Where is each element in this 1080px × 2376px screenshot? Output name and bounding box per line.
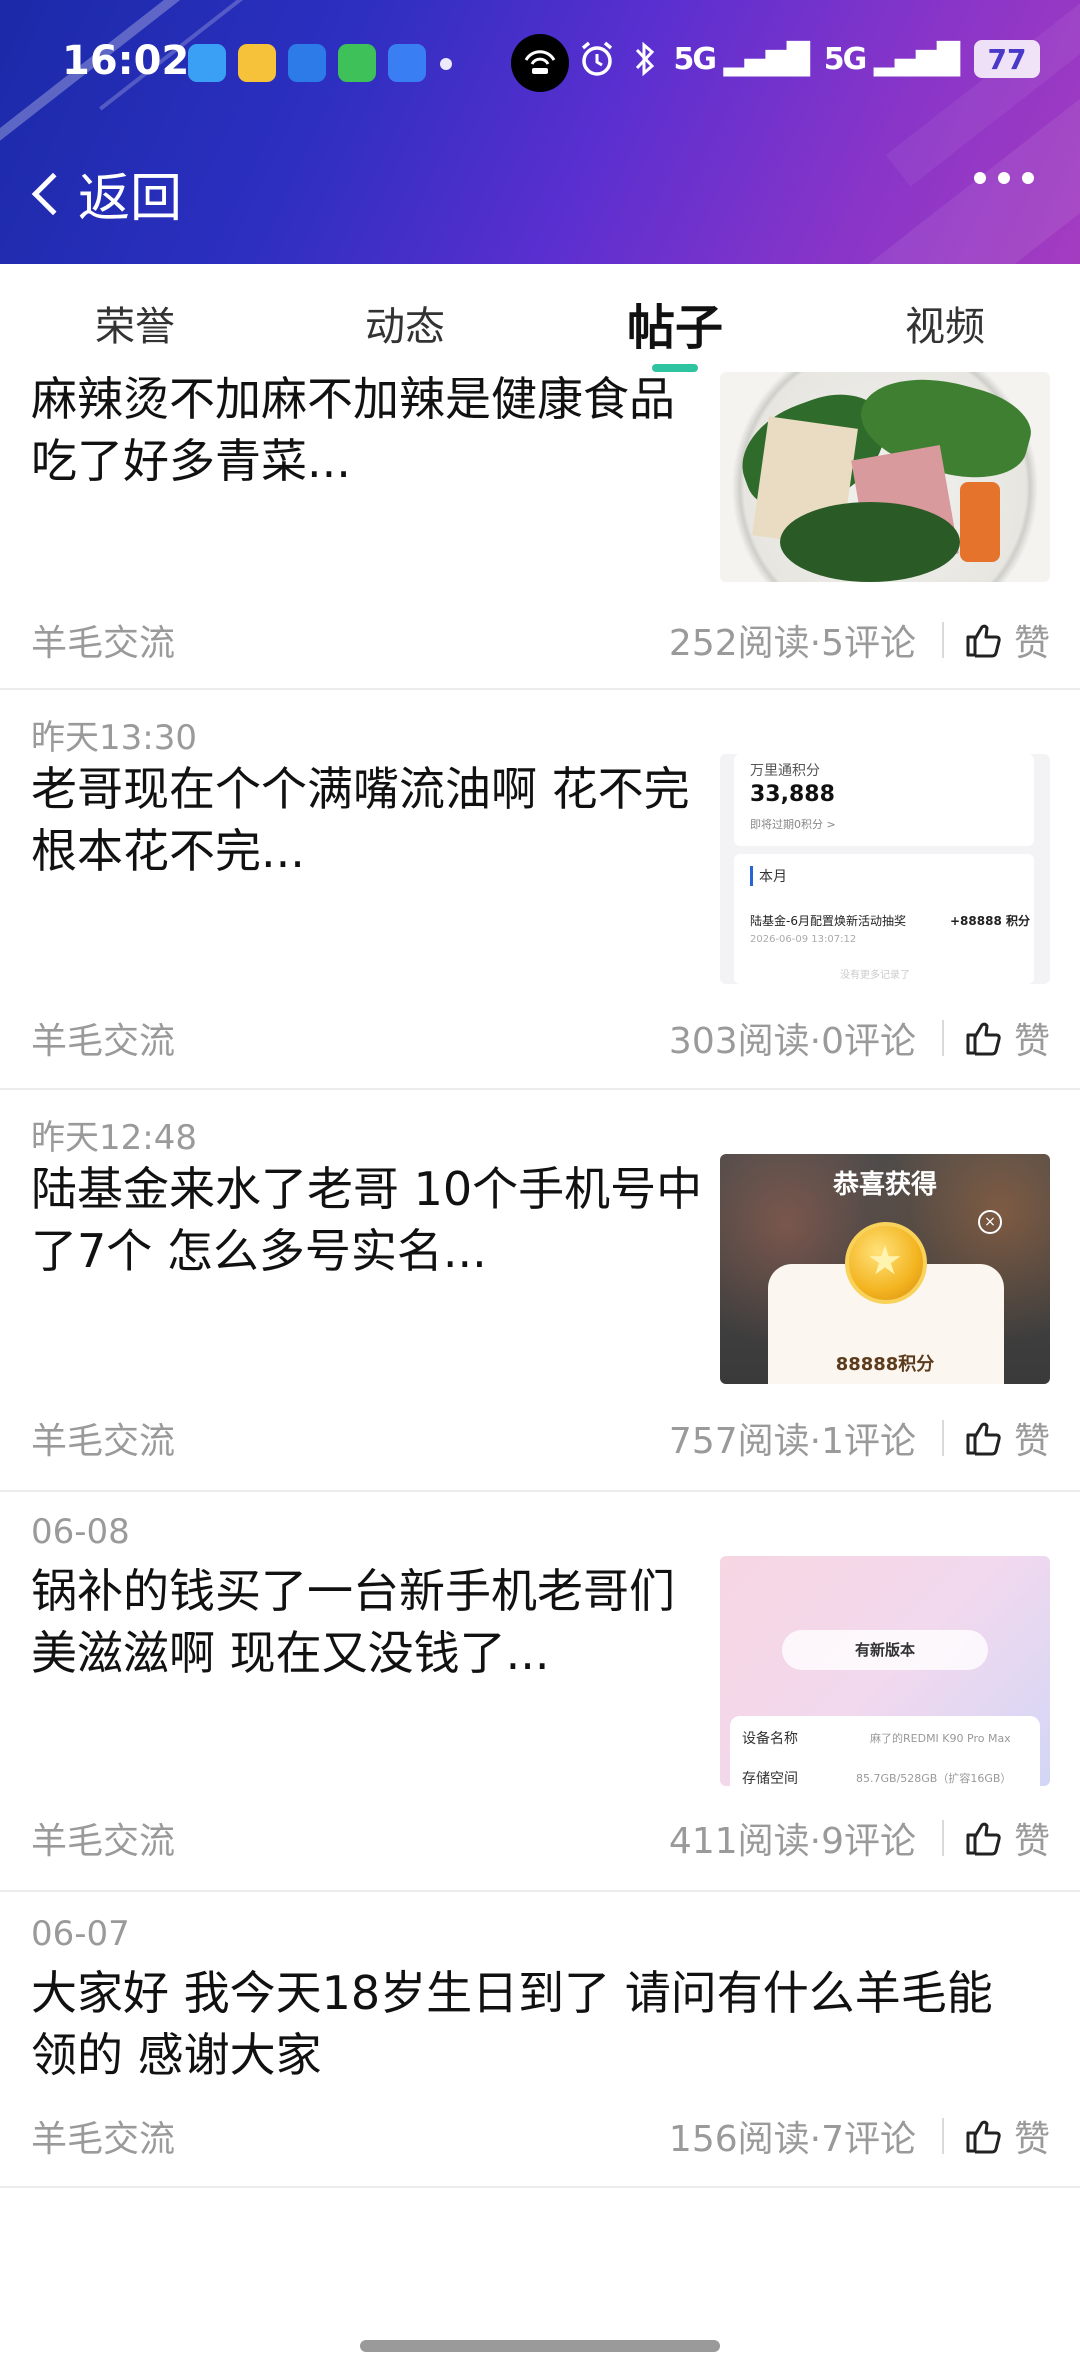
autohome-icon <box>288 44 326 82</box>
signal-icon: 5G ▂▄▆█ <box>673 41 810 77</box>
like-label: 赞 <box>1013 1821 1050 1862</box>
divider <box>941 1820 944 1856</box>
more-dot-icon <box>974 172 986 184</box>
browser-icon <box>388 44 426 82</box>
alarm-icon <box>581 41 612 76</box>
like-label: 赞 <box>1013 2119 1050 2160</box>
thumbs-up-icon <box>966 1422 1001 1456</box>
post-item[interactable]: 06-07 大家好 我今天18岁生日到了 请问有什么羊毛能 领的 感谢大家 羊毛… <box>0 1892 1080 2188</box>
post-title: 锅补的钱买了一台新手机老哥们 美滋滋啊 现在又没钱了... <box>31 1564 675 1680</box>
like-button[interactable]: 赞 <box>964 2110 1050 2162</box>
thumbs-up-icon <box>966 2120 1001 2154</box>
post-category[interactable]: 羊毛交流 <box>31 1012 669 1064</box>
like-label: 赞 <box>1013 1021 1050 1062</box>
tab-bar: 荣誉 动态 帖子 视频 <box>0 264 1080 372</box>
post-title: 大家好 我今天18岁生日到了 请问有什么羊毛能 领的 感谢大家 <box>31 1966 993 2082</box>
tab-posts[interactable]: 帖子 <box>540 264 810 372</box>
thumbs-up-icon <box>966 1022 1001 1056</box>
like-button[interactable]: 赞 <box>964 1812 1050 1864</box>
more-dot-icon <box>1022 172 1034 184</box>
post-stats: 411阅读·9评论 <box>668 1821 916 1862</box>
more-notifications-dot <box>440 58 452 70</box>
divider <box>941 1020 944 1056</box>
messages-icon <box>338 44 376 82</box>
signal-icon: 5G ▂▄▆█ <box>823 41 960 77</box>
like-label: 赞 <box>1013 623 1050 664</box>
post-stats: 252阅读·5评论 <box>668 623 916 664</box>
status-bar: 16:02 5G ▂▄▆█ 5G ▂▄▆█ 77 <box>0 0 1080 130</box>
post-meta: 羊毛交流 156阅读·7评论 赞 <box>31 2110 1050 2162</box>
post-thumbnail[interactable]: 万里通积分 33,888 即将过期0积分 > 本月 陆基金-6月配置焕新活动抽奖… <box>720 754 1050 984</box>
post-title: 老哥现在个个满嘴流油啊 花不完 根本花不完... <box>31 762 690 878</box>
post-item[interactable]: 昨天13:30 老哥现在个个满嘴流油啊 花不完 根本花不完... 万里通积分 3… <box>0 690 1080 1090</box>
chevron-left-icon <box>31 172 75 215</box>
tab-videos[interactable]: 视频 <box>810 264 1080 368</box>
post-title: 麻辣烫不加麻不加辣是健康食品 吃了好多青菜... <box>31 372 675 488</box>
more-dot-icon <box>998 172 1010 184</box>
post-category[interactable]: 羊毛交流 <box>31 1812 669 1864</box>
divider <box>941 622 944 658</box>
post-stats: 757阅读·1评论 <box>668 1421 916 1462</box>
post-item[interactable]: 06-08 锅补的钱买了一台新手机老哥们 美滋滋啊 现在又没钱了... 有新版本… <box>0 1492 1080 1892</box>
like-button[interactable]: 赞 <box>964 1012 1050 1064</box>
post-date: 06-07 <box>31 1914 130 1954</box>
post-meta: 羊毛交流 757阅读·1评论 赞 <box>31 1412 1050 1464</box>
more-button[interactable] <box>974 172 1034 184</box>
like-button[interactable]: 赞 <box>964 614 1050 666</box>
post-thumbnail[interactable] <box>720 372 1050 582</box>
post-thumbnail[interactable]: 有新版本 设备名称 麻了的REDMI K90 Pro Max 存储空间 85.7… <box>720 1556 1050 1786</box>
tab-honor[interactable]: 荣誉 <box>0 264 270 368</box>
post-item[interactable]: 昨天12:48 陆基金来水了老哥 10个手机号中 了7个 怎么多号实名... 恭… <box>0 1090 1080 1492</box>
post-category[interactable]: 羊毛交流 <box>31 1412 669 1464</box>
post-item[interactable]: 麻辣烫不加麻不加辣是健康食品 吃了好多青菜... 羊毛交流 252阅读·5评论 … <box>0 368 1080 690</box>
weibo-icon <box>238 44 276 82</box>
divider <box>941 2118 944 2154</box>
post-stats: 303阅读·0评论 <box>668 1021 916 1062</box>
thumbs-up-icon <box>966 624 1001 658</box>
post-thumbnail[interactable]: 恭喜获得 × ★ 88888积分 <box>720 1154 1050 1384</box>
home-indicator[interactable] <box>360 2340 720 2352</box>
like-label: 赞 <box>1013 1421 1050 1462</box>
app-header: 16:02 5G ▂▄▆█ 5G ▂▄▆█ 77 返回 <box>0 0 1080 264</box>
notification-icons <box>188 44 426 82</box>
battery-icon: 77 <box>974 40 1040 78</box>
post-category[interactable]: 羊毛交流 <box>31 2110 669 2162</box>
status-time: 16:02 <box>62 38 190 84</box>
status-right: 5G ▂▄▆█ 5G ▂▄▆█ 77 <box>578 40 1040 78</box>
post-date: 昨天12:48 <box>31 1118 197 1158</box>
post-date: 06-08 <box>31 1512 130 1552</box>
app-notification-icon <box>188 44 226 82</box>
thumbs-up-icon <box>966 1822 1001 1856</box>
post-meta: 羊毛交流 411阅读·9评论 赞 <box>31 1812 1050 1864</box>
tab-activity[interactable]: 动态 <box>270 264 540 368</box>
divider <box>941 1420 944 1456</box>
coin-icon: ★ <box>845 1222 927 1304</box>
close-icon: × <box>978 1210 1002 1234</box>
like-button[interactable]: 赞 <box>964 1412 1050 1464</box>
back-label: 返回 <box>78 169 183 229</box>
hotspot-indicator-icon <box>490 30 590 96</box>
post-category[interactable]: 羊毛交流 <box>31 614 669 666</box>
post-title: 陆基金来水了老哥 10个手机号中 了7个 怎么多号实名... <box>31 1162 703 1278</box>
post-stats: 156阅读·7评论 <box>668 2119 916 2160</box>
post-feed: 麻辣烫不加麻不加辣是健康食品 吃了好多青菜... 羊毛交流 252阅读·5评论 … <box>0 368 1080 2188</box>
bluetooth-icon <box>635 41 654 77</box>
back-button[interactable]: 返回 <box>28 156 182 231</box>
post-meta: 羊毛交流 303阅读·0评论 赞 <box>31 1012 1050 1064</box>
post-meta: 羊毛交流 252阅读·5评论 赞 <box>31 614 1050 666</box>
post-date: 昨天13:30 <box>31 718 197 758</box>
